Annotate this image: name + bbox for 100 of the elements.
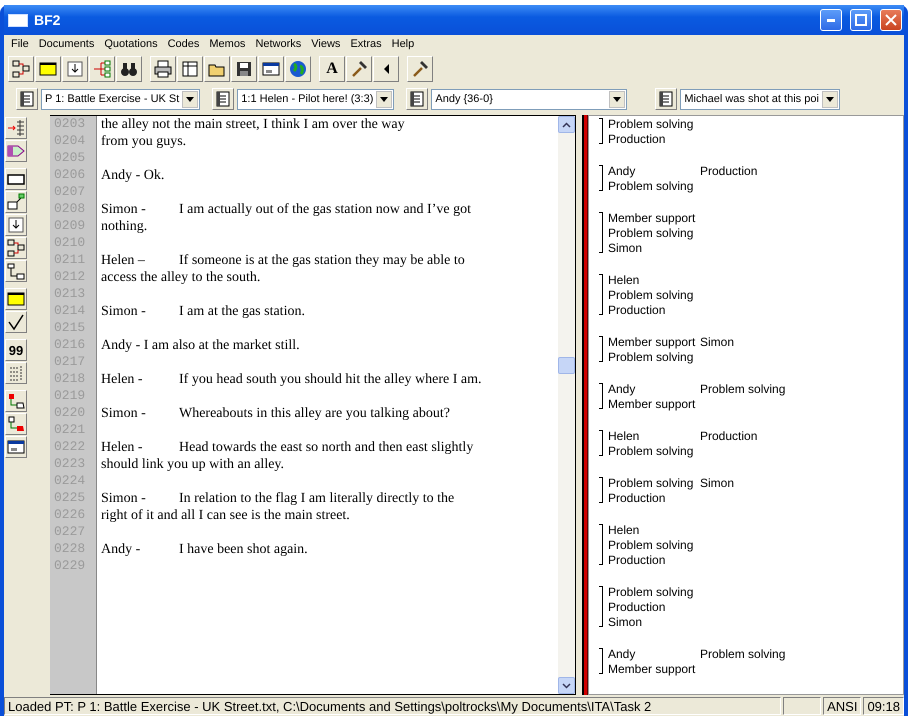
window-button[interactable]	[35, 56, 61, 82]
code-label[interactable]: Simon	[608, 240, 646, 254]
link-node-icon	[7, 392, 25, 410]
menu-item[interactable]: File	[6, 38, 34, 50]
code-label[interactable]: Problem solving	[608, 178, 698, 192]
code-label[interactable]: Simon	[700, 476, 738, 490]
code-label[interactable]: Member support	[608, 662, 700, 676]
hammer-button[interactable]	[346, 56, 372, 82]
speaker-name: Simon -	[101, 304, 147, 320]
network-button[interactable]	[8, 56, 34, 82]
bracket-line	[599, 274, 603, 315]
toolbar-button[interactable]: A	[319, 56, 345, 82]
code-label[interactable]: Problem solving	[608, 584, 698, 598]
code-label[interactable]: Problem solving	[608, 538, 698, 552]
document-button[interactable]	[16, 88, 38, 110]
connector-button[interactable]	[5, 260, 27, 282]
code-label[interactable]: Simon	[700, 334, 738, 348]
menu-item[interactable]: Help	[386, 38, 420, 50]
tree-button[interactable]	[89, 56, 115, 82]
code-label[interactable]: Production	[608, 132, 670, 146]
code-label[interactable]: Andy	[608, 646, 700, 660]
dropdown[interactable]: 1:1 Helen - Pilot here! (3:3)	[237, 88, 394, 110]
code-label[interactable]: Member support	[608, 396, 700, 410]
window-button[interactable]	[5, 288, 27, 310]
code-label[interactable]: Andy	[608, 382, 700, 396]
table-button[interactable]	[177, 56, 203, 82]
window-button[interactable]	[5, 436, 27, 458]
code-label[interactable]: Production	[700, 428, 762, 442]
import-icon	[66, 60, 84, 78]
document-text: If you head south you should hit the alley where I am.	[179, 372, 482, 388]
document-button[interactable]	[212, 88, 234, 110]
dropdown[interactable]: Michael was shot at this poi	[680, 88, 840, 110]
save-icon	[235, 60, 253, 78]
scrollbar-thumb[interactable]	[558, 357, 575, 374]
code-label[interactable]: Production	[608, 490, 670, 504]
document-icon	[20, 91, 34, 107]
import-button[interactable]	[5, 214, 27, 236]
bracket-line	[599, 430, 603, 456]
code-label[interactable]: Problem solving	[608, 350, 698, 364]
code-label[interactable]: Problem solving	[608, 226, 698, 240]
document-text: Andy - Ok.	[101, 168, 164, 184]
code-label[interactable]: Problem solving	[608, 476, 700, 490]
speaker-name: Helen -	[101, 440, 144, 456]
check-button[interactable]	[5, 311, 27, 333]
hammer-icon	[411, 60, 429, 78]
save-button[interactable]	[231, 56, 257, 82]
window-button[interactable]	[258, 56, 284, 82]
bracket-line	[599, 165, 603, 191]
link-node-button[interactable]	[5, 413, 27, 435]
code-label[interactable]: Helen	[608, 522, 644, 536]
dropdown[interactable]: P 1: Battle Exercise - UK St	[41, 88, 200, 110]
folder-button[interactable]	[204, 56, 230, 82]
arrow-lines-button[interactable]	[5, 117, 27, 139]
code-label[interactable]: Production	[608, 302, 670, 316]
network-button[interactable]	[5, 237, 27, 259]
code-label[interactable]: Production	[700, 164, 762, 178]
printer-button[interactable]	[150, 56, 176, 82]
tag-button[interactable]	[5, 140, 27, 162]
code-label[interactable]: Helen	[608, 428, 700, 442]
code-label[interactable]: Andy	[608, 164, 700, 178]
maximize-button[interactable]	[850, 9, 872, 31]
menu-item[interactable]: Codes	[162, 38, 204, 50]
menu-item[interactable]: Views	[306, 38, 346, 50]
code-label[interactable]: Problem solving	[700, 646, 790, 660]
menu-item[interactable]: Networks	[250, 38, 306, 50]
code-label[interactable]: Member support	[608, 210, 700, 224]
dropdown[interactable]: Andy {36-0}	[431, 88, 628, 110]
code-label[interactable]: Helen	[608, 272, 644, 286]
code-label[interactable]: Problem solving	[608, 288, 698, 302]
rectangle-button[interactable]	[5, 168, 27, 190]
menu-item[interactable]: Extras	[345, 38, 387, 50]
import-button[interactable]	[62, 56, 88, 82]
maximize-icon	[855, 14, 867, 26]
scrollbar[interactable]	[558, 116, 575, 694]
menu-item[interactable]: Quotations	[99, 38, 163, 50]
globe-button[interactable]	[285, 56, 311, 82]
toolbar-button[interactable]: 99	[5, 339, 27, 361]
bars-button[interactable]	[5, 362, 27, 384]
code-label[interactable]: Problem solving	[608, 444, 698, 458]
close-button[interactable]	[880, 9, 902, 31]
menu-item[interactable]: Documents	[34, 38, 100, 50]
document-text: should link you up with an alley.	[101, 456, 284, 472]
binoculars-button[interactable]	[116, 56, 142, 82]
code-label[interactable]: Member support	[608, 334, 700, 348]
code-label[interactable]: Simon	[608, 614, 646, 628]
minimize-button[interactable]	[820, 9, 842, 31]
memo-link-button[interactable]	[5, 191, 27, 213]
table-icon	[181, 60, 199, 78]
menu-item[interactable]: Memos	[204, 38, 250, 50]
minimize-icon	[827, 18, 835, 22]
status-panel	[783, 697, 822, 715]
code-label[interactable]: Problem solving	[700, 382, 790, 396]
document-button[interactable]	[655, 88, 678, 110]
hammer-button[interactable]	[407, 56, 433, 82]
left-arrow-button[interactable]	[373, 56, 399, 82]
code-label[interactable]: Production	[608, 552, 670, 566]
document-button[interactable]	[406, 88, 428, 110]
code-label[interactable]: Production	[608, 600, 670, 614]
link-node-button[interactable]	[5, 390, 27, 412]
code-label[interactable]: Problem solving	[608, 116, 698, 130]
